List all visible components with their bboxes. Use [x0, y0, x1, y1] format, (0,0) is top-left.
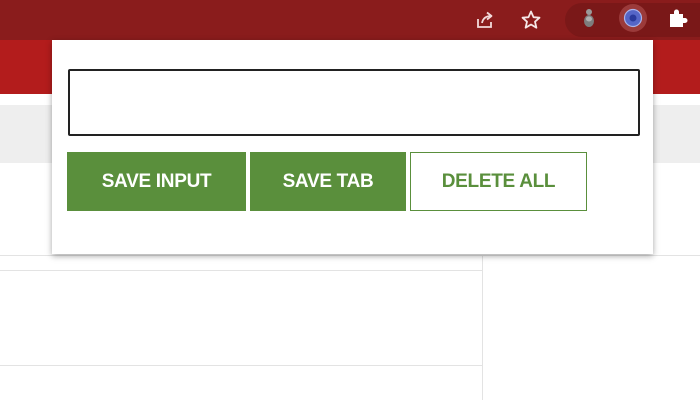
extensions-puzzle-icon — [670, 9, 688, 27]
save-tab-button[interactable]: SAVE TAB — [250, 152, 406, 211]
bookmark-button[interactable] — [515, 4, 547, 36]
page-divider — [0, 270, 482, 271]
save-input-button[interactable]: SAVE INPUT — [67, 152, 246, 211]
page-right-panel — [653, 105, 700, 163]
page-divider — [0, 255, 700, 256]
extension-active-button[interactable] — [619, 4, 647, 32]
extensions-menu-button[interactable] — [663, 4, 691, 32]
extension-gray-button[interactable] — [575, 4, 603, 32]
extension-popup: SAVE INPUT SAVE TAB DELETE ALL — [52, 40, 653, 254]
browser-toolbar — [0, 0, 700, 40]
share-icon — [477, 11, 493, 28]
share-button[interactable] — [469, 4, 501, 36]
bookmark-star-icon — [521, 10, 541, 29]
text-input[interactable] — [68, 69, 640, 136]
page-divider — [0, 365, 482, 366]
page-left-panel — [0, 105, 52, 163]
screen: SAVE INPUT SAVE TAB DELETE ALL — [0, 0, 700, 400]
delete-all-button[interactable]: DELETE ALL — [410, 152, 587, 211]
extension-gray-icon — [584, 9, 594, 27]
extension-active-icon — [623, 8, 643, 28]
page-column-divider — [482, 255, 483, 400]
